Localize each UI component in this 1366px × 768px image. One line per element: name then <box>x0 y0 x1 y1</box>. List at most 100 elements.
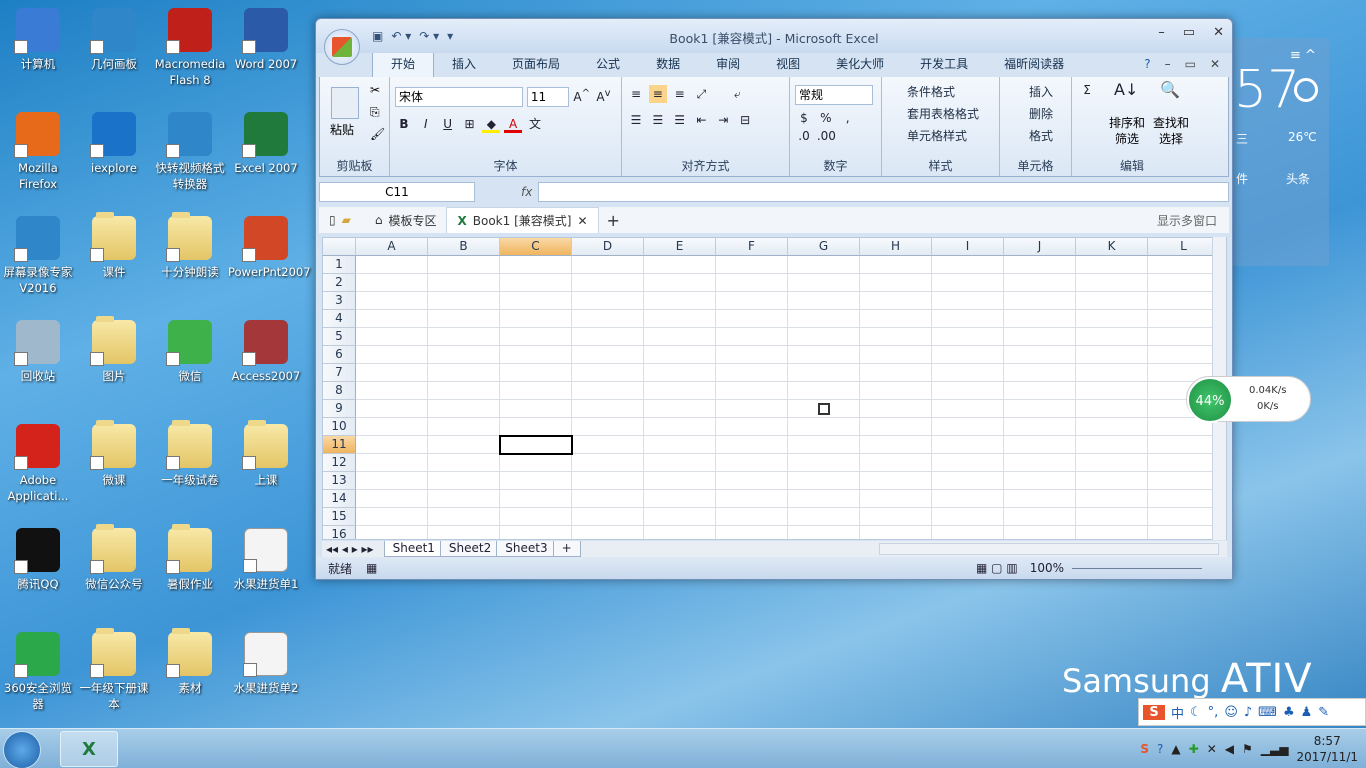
desktop-icon[interactable]: 图片 <box>76 312 152 384</box>
desktop-icon[interactable]: 微信公众号 <box>76 520 152 592</box>
name-box[interactable]: C11 <box>319 182 475 202</box>
autosum-icon[interactable]: Σ <box>1078 81 1096 99</box>
desktop-icon[interactable]: 回收站 <box>0 312 76 384</box>
ribbon-close-button[interactable]: ✕ <box>1210 57 1220 71</box>
desktop-icon[interactable]: 十分钟朗读 <box>152 208 228 280</box>
shrink-font-icon[interactable]: Av <box>594 85 612 104</box>
paste-icon[interactable] <box>331 87 359 119</box>
desktop-icon[interactable]: 腾讯QQ <box>0 520 76 592</box>
shirt-icon[interactable]: ♟ <box>1301 705 1313 720</box>
column-header[interactable]: I <box>932 238 1004 256</box>
increase-decimal-icon[interactable]: .0 <box>795 127 813 145</box>
add-tab-icon[interactable]: + <box>607 211 620 230</box>
number-format-select[interactable]: 常规 <box>795 85 873 105</box>
column-header[interactable]: K <box>1076 238 1148 256</box>
skin-icon[interactable]: ♣ <box>1283 705 1295 720</box>
desktop-icon[interactable]: Macromedia Flash 8 <box>152 0 228 88</box>
align-left-icon[interactable]: ☰ <box>627 111 645 129</box>
row-header[interactable]: 10 <box>323 418 356 436</box>
desktop-icon[interactable]: 暑假作业 <box>152 520 228 592</box>
close-tab-icon[interactable]: ✕ <box>577 214 587 228</box>
menu-icon[interactable]: ≡ ^ <box>1290 48 1316 63</box>
desktop-icon[interactable]: 一年级试卷 <box>152 416 228 488</box>
paste-button[interactable]: 粘贴 <box>330 121 354 138</box>
horizontal-scrollbar[interactable] <box>879 543 1219 555</box>
formula-input[interactable] <box>538 182 1229 202</box>
fill-color-icon[interactable]: ◆ <box>482 115 501 133</box>
decrease-indent-icon[interactable]: ⇤ <box>692 111 710 129</box>
row-header[interactable]: 7 <box>323 364 356 382</box>
row-header[interactable]: 2 <box>323 274 356 292</box>
punct-icon[interactable]: °, <box>1208 705 1219 720</box>
row-header[interactable]: 12 <box>323 454 356 472</box>
tab-7[interactable]: 美化大师 <box>818 51 902 77</box>
desktop-icon[interactable]: 微课 <box>76 416 152 488</box>
table-format-button[interactable]: 套用表格格式 <box>887 103 994 125</box>
phonetic-icon[interactable]: 文 <box>526 115 544 133</box>
increase-indent-icon[interactable]: ⇥ <box>714 111 732 129</box>
tab-0[interactable]: 开始 <box>372 50 435 77</box>
tab-9[interactable]: 福昕阅读器 <box>986 51 1082 77</box>
font-size-select[interactable]: 11 <box>526 87 569 107</box>
underline-icon[interactable]: U <box>439 115 457 133</box>
tab-5[interactable]: 审阅 <box>698 51 758 77</box>
align-center-icon[interactable]: ☰ <box>649 111 667 129</box>
desktop-icon[interactable]: Excel 2007 <box>228 104 304 176</box>
weather-item1[interactable]: 件 <box>1236 170 1248 187</box>
minimize-button[interactable]: – <box>1158 25 1165 40</box>
ime-mode[interactable]: 中 <box>1171 703 1184 722</box>
desktop-icon[interactable]: 计算机 <box>0 0 76 72</box>
multi-window-button[interactable]: 显示多窗口 <box>1157 212 1217 229</box>
zoom-slider[interactable] <box>1072 567 1202 569</box>
office-button[interactable] <box>324 29 360 65</box>
currency-icon[interactable]: $ <box>795 109 813 127</box>
sheet-tab[interactable]: Sheet2 <box>439 541 501 557</box>
desktop-icon[interactable]: Mozilla Firefox <box>0 104 76 192</box>
merge-center-icon[interactable]: ⊟ <box>736 111 754 129</box>
desktop-icon[interactable]: 快转视频格式转换器 <box>152 104 228 192</box>
select-all-corner[interactable] <box>323 238 356 256</box>
security-icon[interactable]: ✚ <box>1189 742 1199 756</box>
desktop-icon[interactable]: iexplore <box>76 104 152 176</box>
column-header[interactable]: D <box>572 238 644 256</box>
mic-icon[interactable]: ♪ <box>1244 705 1252 720</box>
format-painter-icon[interactable]: 🖌 <box>370 127 385 141</box>
network-icon[interactable]: ▁▃▅ <box>1261 742 1289 756</box>
desktop-icon[interactable]: Access2007 <box>228 312 304 384</box>
comma-icon[interactable]: , <box>839 109 857 127</box>
moon-icon[interactable]: ☾ <box>1190 705 1202 720</box>
close-button[interactable]: ✕ <box>1213 25 1224 40</box>
wrap-text-icon[interactable]: ⤶ <box>728 85 746 103</box>
taskbar-excel[interactable]: X <box>60 731 118 767</box>
copy-icon[interactable]: ⎘ <box>370 105 380 120</box>
zoom-level[interactable]: 100% <box>1030 561 1064 575</box>
desktop-icon[interactable]: 屏幕录像专家V2016 <box>0 208 76 296</box>
column-header[interactable]: L <box>1148 238 1220 256</box>
new-doc-icon[interactable]: ▯ <box>329 213 336 227</box>
row-header[interactable]: 13 <box>323 472 356 490</box>
sheet-nav-icon[interactable]: ◂◂ ◂ ▸ ▸▸ <box>322 542 388 556</box>
column-header[interactable]: G <box>788 238 860 256</box>
row-header[interactable]: 5 <box>323 328 356 346</box>
sort-filter-button[interactable]: 排序和筛选 <box>1106 115 1148 147</box>
emoji-icon[interactable]: ☺ <box>1224 705 1238 720</box>
tab-8[interactable]: 开发工具 <box>902 51 986 77</box>
clock[interactable]: 8:57 2017/11/1 <box>1296 733 1358 765</box>
tab-3[interactable]: 公式 <box>578 51 638 77</box>
column-header[interactable]: H <box>860 238 932 256</box>
flag-icon[interactable]: ⚑ <box>1242 742 1253 756</box>
selected-cell[interactable] <box>499 435 573 455</box>
sheet-tab[interactable]: Sheet3 <box>496 541 557 557</box>
column-header[interactable]: C <box>500 238 572 256</box>
align-bottom-icon[interactable]: ≡ <box>671 85 689 103</box>
show-hidden-icon[interactable]: ▲ <box>1171 742 1180 756</box>
cell-style-button[interactable]: 单元格样式 <box>887 125 994 147</box>
desktop-icon[interactable]: Word 2007 <box>228 0 304 72</box>
maximize-button[interactable]: ▭ <box>1183 25 1195 40</box>
desktop-icon[interactable]: 360安全浏览器 <box>0 624 76 712</box>
ribbon-minimize-button[interactable]: – <box>1165 57 1171 71</box>
row-header[interactable]: 16 <box>323 526 356 539</box>
italic-icon[interactable]: I <box>417 115 435 133</box>
delete-cells-button[interactable]: 删除 <box>1005 103 1066 125</box>
desktop-icon[interactable]: PowerPnt2007 <box>228 208 311 280</box>
